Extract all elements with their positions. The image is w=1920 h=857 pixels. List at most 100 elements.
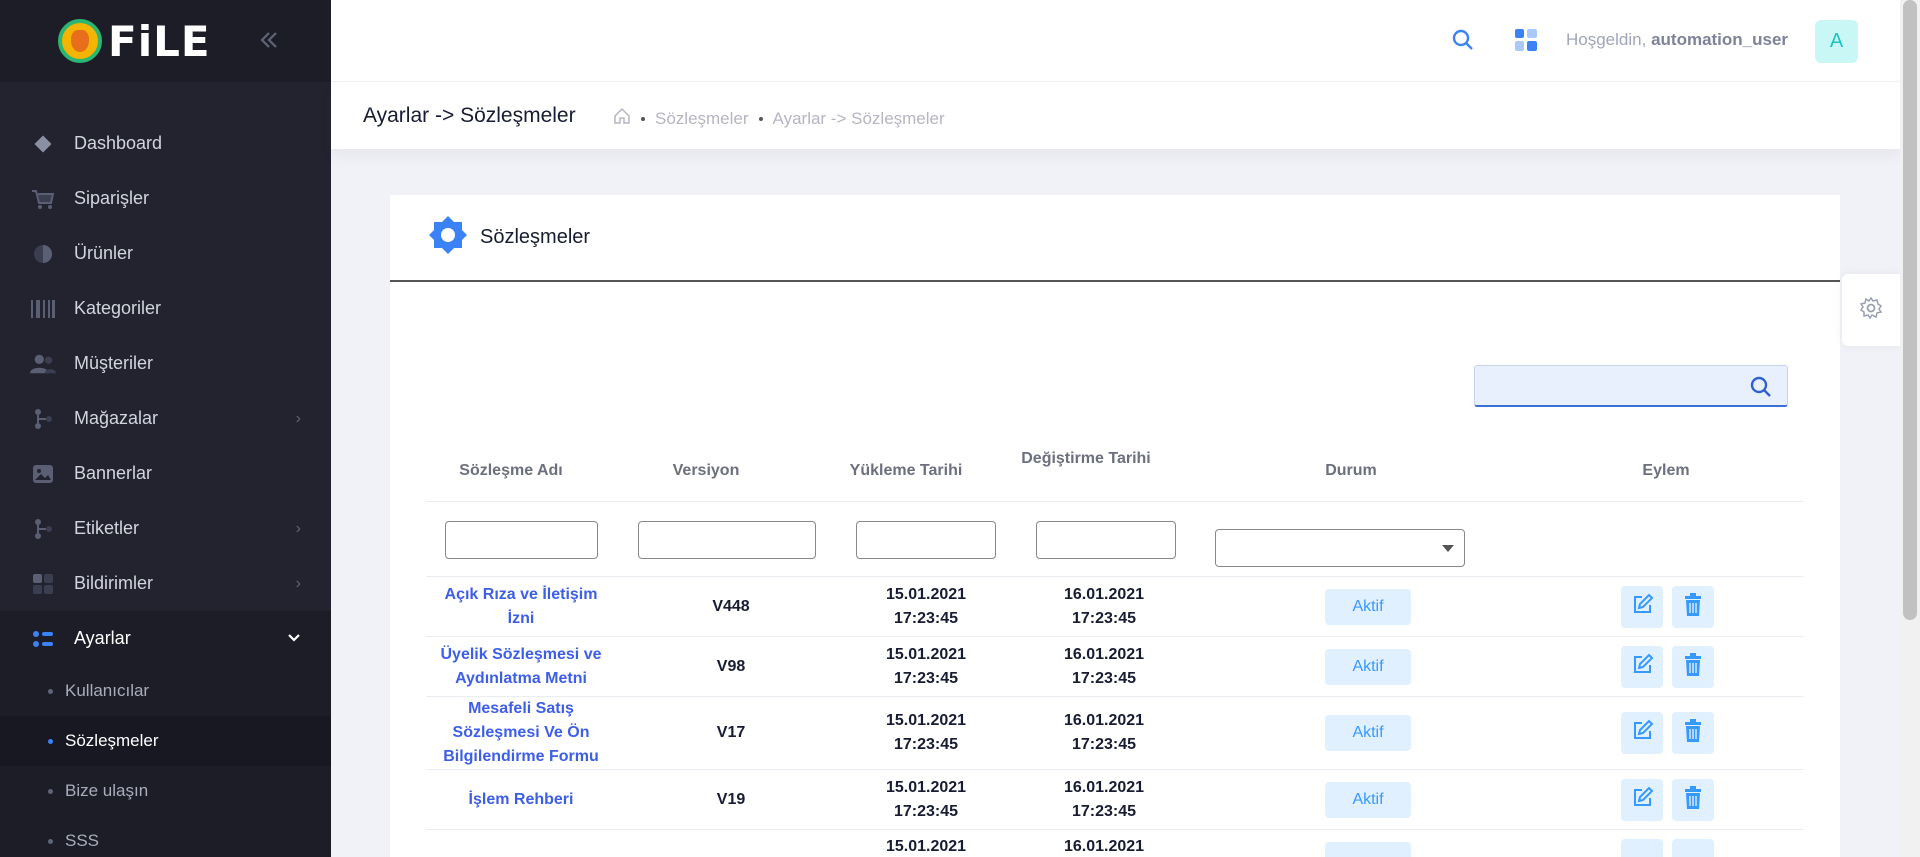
delete-button[interactable] (1672, 779, 1714, 821)
column-header-status[interactable]: Durum (1216, 462, 1486, 480)
status-badge: Aktif (1325, 782, 1411, 818)
column-header-upload-date[interactable]: Yükleme Tarihi (826, 462, 986, 480)
sidebar-item-bildirimler[interactable]: Bildirimler › (0, 556, 331, 611)
settings-toggle[interactable] (1842, 274, 1900, 346)
time-text: 17:23:45 (893, 736, 959, 753)
contract-name-link[interactable]: Üyelik Sözleşmesi ve Aydınlatma Metni (426, 643, 616, 691)
card-header: Sözleşmeler (390, 195, 1840, 282)
delete-button[interactable] (1672, 712, 1714, 754)
status-badge: Aktif (1325, 649, 1411, 685)
home-icon[interactable] (613, 107, 631, 130)
sidebar-subitem-label: Sözleşmeler (65, 731, 159, 750)
breadcrumb-separator (641, 116, 645, 121)
filter-version-input[interactable] (638, 521, 816, 559)
breadcrumb-link-current[interactable]: Ayarlar -> Sözleşmeler (773, 109, 945, 129)
delete-button[interactable] (1672, 646, 1714, 688)
sidebar-item-dashboard[interactable]: Dashboard (0, 116, 331, 171)
sidebar-item-kategoriler[interactable]: Kategoriler (0, 281, 331, 336)
sidebar-subitem-kullanicilar[interactable]: Kullanıcılar (0, 666, 331, 716)
date-text: 15.01.2021 (885, 779, 967, 796)
time-text: 17:23:45 (893, 670, 959, 687)
sidebar-subitem-bize-ulasin[interactable]: Bize ulaşın (0, 766, 331, 816)
filter-upload-date-input[interactable] (856, 521, 996, 559)
edit-button[interactable] (1621, 839, 1663, 857)
bullet-icon (48, 738, 53, 744)
time-text: 17:23:45 (1071, 670, 1137, 687)
contract-name-link[interactable]: İşlem Rehberi (426, 788, 616, 812)
page-title: Ayarlar -> Sözleşmeler (363, 104, 576, 127)
chevron-down-icon (287, 630, 301, 648)
sidebar-item-musteriler[interactable]: Müşteriler (0, 336, 331, 391)
column-header-version[interactable]: Versiyon (616, 462, 796, 480)
upload-date-cell: 15.01.2021 (846, 835, 1006, 857)
bullet-icon (48, 838, 53, 844)
filter-name-input[interactable] (445, 521, 598, 559)
date-text: 15.01.2021 (885, 586, 967, 603)
table-search-input[interactable] (1474, 365, 1788, 407)
contract-name-line: Aydınlatma Metni (455, 670, 587, 687)
sidebar-item-label: Müşteriler (74, 353, 154, 373)
edit-icon (1630, 719, 1654, 748)
bullet-icon (48, 788, 53, 794)
breadcrumb-link-sozlesmeler[interactable]: Sözleşmeler (655, 109, 749, 129)
date-text: 15.01.2021 (885, 646, 967, 663)
column-header-modify-date[interactable]: Değiştirme Tarihi (1006, 450, 1166, 468)
brand-name: FiLE (108, 16, 211, 66)
branch-icon (30, 408, 56, 430)
edit-button[interactable] (1621, 586, 1663, 628)
contract-name-link[interactable]: Mesafeli Satış Sözleşmesi Ve Ön Bilgilen… (426, 697, 616, 769)
chevron-right-icon: › (295, 574, 301, 592)
filter-modify-date-input[interactable] (1036, 521, 1176, 559)
barcode-icon (30, 298, 56, 320)
brand[interactable]: FiLE (0, 0, 331, 82)
chevron-right-icon: › (295, 519, 301, 537)
sidebar-item-siparisler[interactable]: Siparişler (0, 171, 331, 226)
scrollbar-thumb[interactable] (1903, 0, 1917, 620)
sidebar-item-label: Siparişler (74, 188, 150, 208)
sidebar-item-urunler[interactable]: Ürünler (0, 226, 331, 281)
caret-down-icon (1442, 545, 1454, 552)
column-header-name[interactable]: Sözleşme Adı (426, 462, 596, 480)
time-text: 17:23:45 (1071, 736, 1137, 753)
sidebar-item-bannerlar[interactable]: Bannerlar (0, 446, 331, 501)
welcome-text[interactable]: Hoşgeldin, automation_user (1566, 30, 1788, 50)
sidebar-item-label: Mağazalar (74, 408, 159, 428)
sidebar-item-ayarlar[interactable]: Ayarlar (0, 611, 331, 666)
filter-status-select[interactable] (1215, 529, 1465, 567)
date-text: 16.01.2021 (1063, 838, 1145, 855)
tag-icon (30, 518, 56, 540)
top-header: Hoşgeldin, automation_user A (331, 0, 1900, 82)
edit-button[interactable] (1621, 646, 1663, 688)
avatar[interactable]: A (1815, 20, 1858, 63)
search-icon[interactable] (1749, 375, 1773, 404)
sidebar-item-magazalar[interactable]: Mağazalar › (0, 391, 331, 446)
edit-button[interactable] (1621, 779, 1663, 821)
sidebar-subitem-sss[interactable]: SSS (0, 816, 331, 857)
breadcrumb-separator (758, 116, 763, 121)
page-scrollbar[interactable] (1900, 0, 1920, 857)
delete-button[interactable] (1672, 586, 1714, 628)
version-cell: V98 (716, 658, 746, 675)
sidebar-item-label: Dashboard (74, 133, 163, 153)
gear-badge-icon (428, 215, 468, 260)
bullet-icon (48, 688, 53, 694)
upload-date-cell: 15.01.2021 17:23:45 (846, 709, 1006, 757)
brand-logo-icon (58, 19, 102, 63)
apps-grid-icon[interactable] (1514, 28, 1538, 57)
search-icon[interactable] (1451, 28, 1475, 57)
sidebar-item-label: Ürünler (74, 243, 134, 263)
sidebar-item-label: Ayarlar (74, 628, 131, 648)
edit-button[interactable] (1621, 712, 1663, 754)
sidebar-collapse-button[interactable] (258, 26, 280, 58)
trash-icon (1683, 652, 1703, 682)
delete-button[interactable] (1672, 839, 1714, 857)
upload-date-cell: 15.01.2021 17:23:45 (846, 583, 1006, 631)
sidebar-item-label: Kategoriler (74, 298, 162, 318)
date-text: 15.01.2021 (885, 712, 967, 729)
sidebar-subitem-sozlesmeler[interactable]: Sözleşmeler (0, 716, 331, 766)
sidebar-item-etiketler[interactable]: Etiketler › (0, 501, 331, 556)
card-title: Sözleşmeler (480, 226, 591, 248)
date-text: 15.01.2021 (885, 838, 967, 855)
contract-name-line: Sözleşmesi Ve Ön (452, 724, 590, 741)
contract-name-link[interactable]: Açık Rıza ve İletişim İzni (426, 583, 616, 631)
